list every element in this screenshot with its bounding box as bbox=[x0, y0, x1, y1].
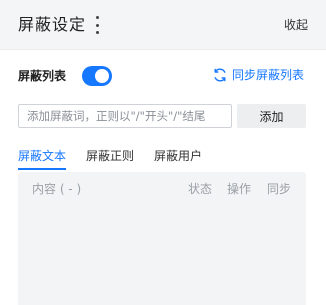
toggle-knob bbox=[95, 69, 109, 83]
block-settings-panel: 屏蔽设定 收起 屏蔽列表 同步屏蔽列表 添加 屏蔽文本 屏蔽正则 屏蔽用户 内容… bbox=[0, 0, 326, 305]
column-header-action: 操作 bbox=[227, 182, 252, 196]
block-word-input[interactable] bbox=[18, 104, 232, 128]
more-vertical-icon[interactable] bbox=[94, 16, 100, 34]
column-header-sync: 同步 bbox=[267, 182, 292, 196]
tab-block-regex[interactable]: 屏蔽正则 bbox=[86, 147, 134, 170]
sync-block-list-link[interactable]: 同步屏蔽列表 bbox=[212, 66, 304, 84]
block-type-tabs: 屏蔽文本 屏蔽正则 屏蔽用户 bbox=[18, 147, 222, 170]
collapse-button[interactable]: 收起 bbox=[284, 16, 308, 34]
column-header-content[interactable]: 内容 ( - ) bbox=[32, 181, 81, 197]
add-button[interactable]: 添加 bbox=[237, 104, 306, 128]
tab-block-text[interactable]: 屏蔽文本 bbox=[18, 147, 67, 170]
panel-title: 屏蔽设定 bbox=[18, 15, 87, 34]
sync-label: 同步屏蔽列表 bbox=[232, 68, 305, 82]
sync-icon bbox=[214, 68, 226, 82]
tab-block-user[interactable]: 屏蔽用户 bbox=[154, 147, 202, 170]
column-header-status: 状态 bbox=[188, 182, 213, 196]
panel-header: 屏蔽设定 收起 bbox=[0, 0, 326, 50]
block-list-label: 屏蔽列表 bbox=[18, 69, 67, 83]
block-list-toggle[interactable] bbox=[82, 66, 112, 86]
block-table: 内容 ( - ) 状态 操作 同步 bbox=[18, 172, 306, 305]
